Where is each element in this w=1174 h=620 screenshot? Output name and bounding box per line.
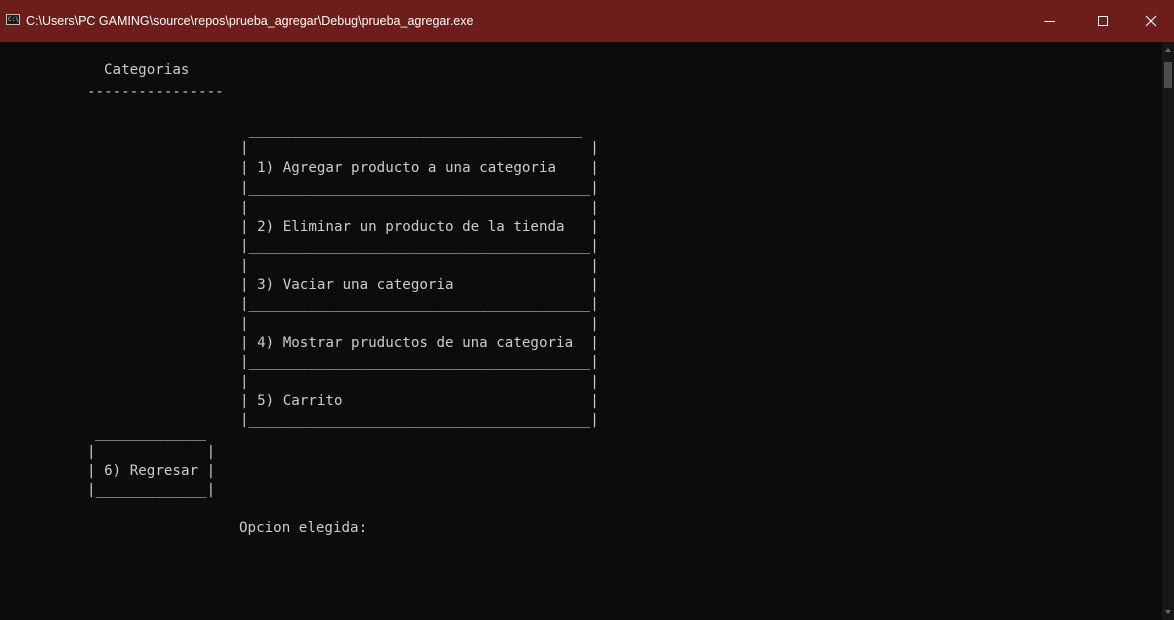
menu-option-3-blank: | | [240,258,599,274]
console-app-icon[interactable]: C:\ [6,14,20,25]
close-icon [1145,15,1157,27]
menu-option-3-bottom: |_______________________________________… [240,296,599,312]
menu-option-2-blank: | | [240,200,599,216]
back-box-top-border: _____________ [95,425,207,441]
vertical-scrollbar[interactable] [1162,42,1174,620]
maximize-button[interactable] [1080,0,1126,42]
menu-option-4-blank: | | [240,316,599,332]
menu-option-3: | 3) Vaciar una categoria | [240,277,599,293]
minimize-icon [1043,20,1055,22]
back-option-blank: | | [87,444,216,460]
scrollbar-thumb[interactable] [1164,62,1172,88]
menu-option-5: | 5) Carrito | [240,393,599,409]
scroll-down-icon[interactable] [1165,610,1171,614]
menu-option-4: | 4) Mostrar pruductos de una categoria … [240,335,599,351]
scroll-up-icon[interactable] [1165,48,1171,52]
input-prompt: Opcion elegida: [239,520,376,536]
menu-option-2: | 2) Eliminar un producto de la tienda | [240,219,599,235]
window-title: C:\Users\PC GAMING\source\repos\prueba_a… [26,14,474,28]
minimize-button[interactable] [1026,0,1072,42]
title-bar[interactable]: C:\ C:\Users\PC GAMING\source\repos\prue… [0,0,1174,42]
menu-heading-rule: ---------------- [87,84,224,100]
back-box-bottom-border: |_____________| [87,482,216,498]
menu-heading: Categorias [104,62,190,78]
menu-box-top-border: _______________________________________ [249,122,583,138]
menu-option-1-bottom: |_______________________________________… [240,180,599,196]
back-option: | 6) Regresar | [87,463,216,479]
maximize-icon [1098,16,1108,26]
menu-option-2-bottom: |_______________________________________… [240,238,599,254]
close-button[interactable] [1128,0,1174,42]
console-output[interactable]: Categorias ---------------- ____________… [0,42,1162,620]
menu-option-1-blank: | | [240,140,599,156]
menu-option-4-bottom: |_______________________________________… [240,354,599,370]
menu-option-5-bottom: |_______________________________________… [240,412,599,428]
menu-option-5-blank: | | [240,374,599,390]
console-window: C:\ C:\Users\PC GAMING\source\repos\prue… [0,0,1174,620]
menu-option-1: | 1) Agregar producto a una categoria | [240,160,599,176]
